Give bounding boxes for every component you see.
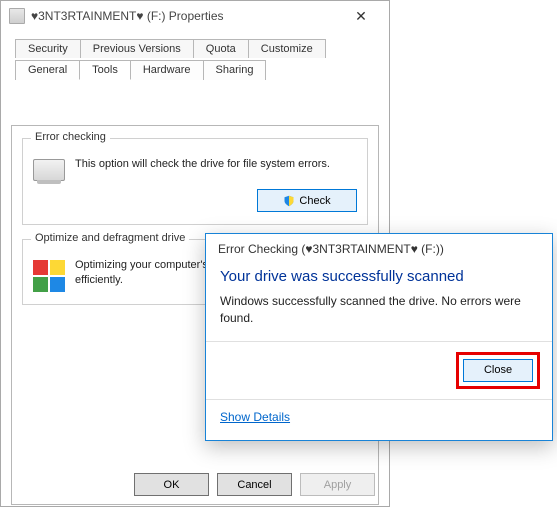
tab-strip: Security Previous Versions Quota Customi… [11,39,379,83]
tab-quota[interactable]: Quota [193,39,249,58]
tab-tools[interactable]: Tools [79,60,131,80]
shield-icon [283,195,295,207]
error-checking-legend: Error checking [31,131,110,143]
cancel-button[interactable]: Cancel [217,473,292,496]
footer-buttons: OK Cancel Apply [134,473,375,496]
apply-button[interactable]: Apply [300,473,375,496]
check-button-label: Check [299,195,330,207]
tab-previous-versions[interactable]: Previous Versions [80,39,194,58]
hdd-icon [33,159,65,181]
error-checking-group: Error checking This option will check th… [22,138,368,225]
dialog-close-button[interactable]: Close [463,359,533,382]
dialog-actions: Close [206,342,552,399]
show-details-link[interactable]: Show Details [220,410,290,424]
close-button-highlight: Close [456,352,540,389]
error-checking-dialog: Error Checking (♥3NT3RTAINMENT♥ (F:)) Yo… [205,233,553,441]
tab-sharing[interactable]: Sharing [203,60,267,80]
tab-customize[interactable]: Customize [248,39,326,58]
defrag-legend: Optimize and defragment drive [31,232,189,244]
dialog-title: Error Checking (♥3NT3RTAINMENT♥ (F:)) [206,234,552,262]
dialog-heading: Your drive was successfully scanned [206,262,552,293]
dialog-body: Windows successfully scanned the drive. … [206,293,552,341]
window-title: ♥3NT3RTAINMENT♥ (F:) Properties [31,9,341,23]
tab-hardware[interactable]: Hardware [130,60,204,80]
ok-button[interactable]: OK [134,473,209,496]
dialog-details-row: Show Details [206,400,552,440]
tab-general[interactable]: General [15,60,80,80]
tab-security[interactable]: Security [15,39,81,58]
check-button[interactable]: Check [257,189,357,212]
close-window-button[interactable]: ✕ [341,2,381,30]
defrag-icon [33,260,65,292]
error-checking-text: This option will check the drive for fil… [75,157,357,172]
drive-icon [9,8,25,24]
titlebar: ♥3NT3RTAINMENT♥ (F:) Properties ✕ [1,1,389,31]
